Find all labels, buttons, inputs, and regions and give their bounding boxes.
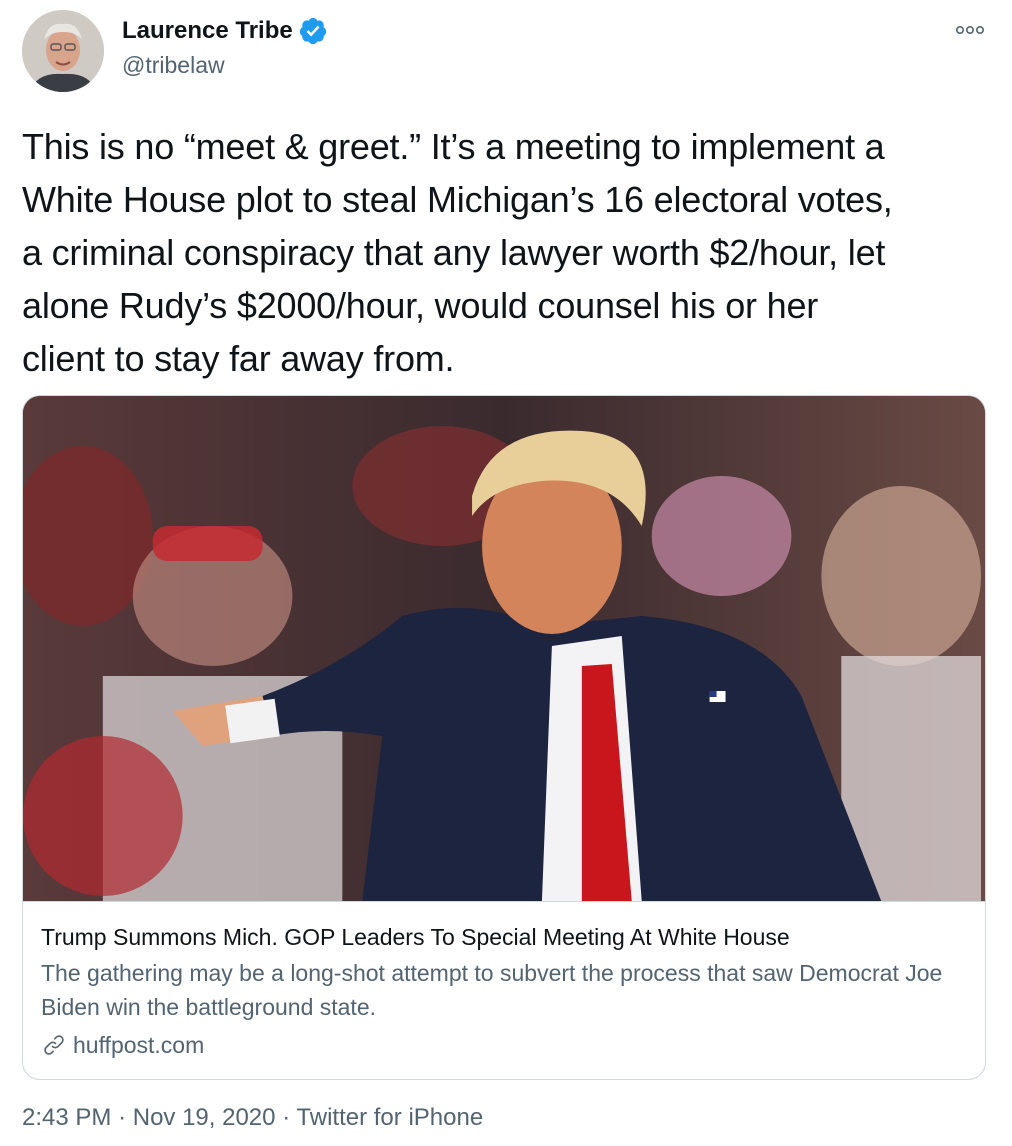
card-domain: huffpost.com (73, 1032, 205, 1058)
tweet-date[interactable]: Nov 19, 2020 (133, 1104, 276, 1131)
card-title: Trump Summons Mich. GOP Leaders To Speci… (41, 924, 790, 950)
author-display-name[interactable]: Laurence Tribe (122, 17, 293, 45)
link-preview-card[interactable]: Trump Summons Mich. GOP Leaders To Speci… (22, 395, 986, 1080)
verified-badge-icon (298, 16, 328, 46)
author-name-row: Laurence Tribe (122, 16, 328, 46)
link-icon (44, 1035, 64, 1055)
author-handle[interactable]: @tribelaw (122, 52, 225, 79)
card-domain-row: huffpost.com (41, 1028, 967, 1062)
card-description: The gathering may be a long-shot attempt… (41, 960, 943, 1020)
avatar-photo (22, 10, 104, 92)
tweet-source[interactable]: Twitter for iPhone (296, 1104, 483, 1131)
tweet-time[interactable]: 2:43 PM (22, 1104, 111, 1131)
tweet-metadata: 2:43 PM · Nov 19, 2020 · Twitter for iPh… (22, 1104, 483, 1132)
tweet-container: Laurence Tribe @tribelaw This is no “mee… (0, 0, 1012, 1146)
meta-separator: · (118, 1104, 127, 1131)
more-options-icon[interactable] (956, 24, 984, 36)
card-body: Trump Summons Mich. GOP Leaders To Speci… (23, 901, 985, 1062)
card-news-photo (23, 396, 985, 901)
author-avatar[interactable] (22, 10, 104, 92)
meta-separator: · (282, 1104, 291, 1131)
tweet-text: This is no “meet & greet.” It’s a meetin… (22, 126, 893, 379)
